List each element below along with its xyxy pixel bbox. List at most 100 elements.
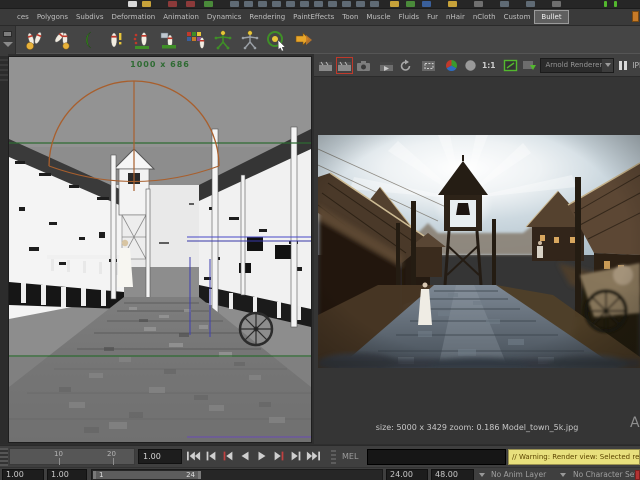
pin-grid-glyph	[185, 29, 207, 51]
shelf-tab-rendering[interactable]: Rendering	[245, 11, 289, 23]
camera-icon	[356, 59, 371, 72]
command-line-input[interactable]	[367, 449, 506, 465]
time-slider[interactable]: 10 20	[9, 448, 135, 465]
ragdoll-green-glyph	[212, 29, 234, 51]
shelf-tab-bar: ces Polygons Subdivs Deformation Animati…	[0, 9, 640, 26]
pin-exclaim-glyph	[104, 29, 126, 51]
panel-grip-dots[interactable]	[331, 450, 336, 464]
snapshot-button[interactable]	[355, 57, 372, 74]
display-real-size-button[interactable]	[502, 57, 519, 74]
shelf-tab-deformation[interactable]: Deformation	[107, 11, 159, 23]
toolbar-icon-fragment	[128, 1, 137, 7]
play-forwards-button[interactable]	[255, 450, 269, 462]
pins-scatter-icon[interactable]	[22, 28, 46, 52]
renderer-select-value: Arnold Renderer	[541, 61, 602, 69]
animation-end-field[interactable]: 48.00	[431, 469, 474, 480]
toolbar-icon-fragment	[186, 1, 195, 7]
step-back-key-icon	[204, 451, 218, 461]
shelf-tab-nhair[interactable]: nHair	[442, 11, 469, 23]
toolbar-icon-fragment	[448, 1, 457, 7]
script-warning-message[interactable]: // Warning: Render view: Selected region	[508, 449, 640, 465]
render-button[interactable]	[317, 57, 334, 74]
range-min-label: 1	[99, 471, 103, 479]
perspective-viewport-panel[interactable]: 1000 x 686	[8, 56, 312, 443]
shelf-tab-toon[interactable]: Toon	[338, 11, 362, 23]
green-crescent-icon[interactable]	[76, 28, 100, 52]
play-backwards-button[interactable]	[238, 450, 252, 462]
renderer-select[interactable]: Arnold Renderer	[540, 58, 614, 73]
character-set-dropdown[interactable]: No Character Set	[573, 470, 637, 479]
animation-start-field[interactable]: 1.00	[47, 469, 87, 480]
render-view-canvas[interactable]: size: 5000 x 3429 zoom: 0.186 Model_town…	[314, 77, 640, 444]
anim-layer-dropdown[interactable]: No Anim Layer	[491, 470, 546, 479]
shelf-side-controls	[0, 26, 16, 54]
ipr-clapper-icon	[379, 59, 394, 72]
top-statusline-toolbar-cropped[interactable]	[0, 0, 640, 9]
toolbar-icon-fragment	[474, 1, 483, 7]
go-to-end-button[interactable]	[306, 450, 320, 462]
shelf-tab-fur[interactable]: Fur	[423, 11, 442, 23]
shelf-tab-custom[interactable]: Custom	[500, 11, 535, 23]
vignette	[318, 135, 640, 368]
panel-gutter[interactable]	[0, 54, 8, 444]
shelf-tab-fluids[interactable]: Fluids	[395, 11, 423, 23]
pin-grid-icon[interactable]	[184, 28, 208, 52]
alpha-channel-button[interactable]	[462, 57, 479, 74]
keep-image-button[interactable]	[521, 57, 538, 74]
export-arrows-icon[interactable]	[292, 28, 316, 52]
pin-plate-icon[interactable]	[157, 28, 181, 52]
current-time-field[interactable]: 1.00	[138, 449, 182, 464]
step-forward-key-button[interactable]	[289, 450, 303, 462]
ipr-render-button[interactable]	[378, 57, 395, 74]
go-to-start-button[interactable]	[187, 450, 201, 462]
shelf-overflow-icon[interactable]	[632, 11, 639, 22]
redo-previous-render-button[interactable]	[336, 57, 353, 74]
one-to-one-button[interactable]: 1:1	[481, 57, 496, 74]
rendered-image	[318, 135, 640, 368]
shelf-tab-ncloth[interactable]: nCloth	[469, 11, 500, 23]
range-slider-handle[interactable]: 1 24	[93, 471, 201, 479]
playback-end-field[interactable]: 24.00	[386, 469, 428, 480]
command-language-toggle[interactable]: MEL	[342, 452, 358, 461]
rgb-channels-icon	[444, 59, 459, 72]
toolbar-icon-fragment	[258, 1, 267, 7]
range-slider[interactable]: 1 24	[91, 469, 383, 480]
shelf-tab-animation[interactable]: Animation	[159, 11, 203, 23]
shelf-menu-button[interactable]	[3, 31, 12, 37]
rgb-channels-button[interactable]	[443, 57, 460, 74]
pin-exclaim-icon[interactable]	[103, 28, 127, 52]
auto-keyframe-toggle-cropped[interactable]	[635, 470, 640, 480]
solver-select-icon[interactable]	[265, 28, 289, 52]
pause-ipr-button[interactable]	[619, 61, 627, 70]
shelf-tab-polygons[interactable]: Polygons	[33, 11, 72, 23]
shelf-tab-subdivs[interactable]: Subdivs	[72, 11, 108, 23]
toolbar-icon-fragment	[328, 1, 337, 7]
ragdoll-green-icon[interactable]	[211, 28, 235, 52]
pause-bar	[619, 61, 622, 70]
toolbar-icon-fragment	[390, 1, 399, 7]
shelf-icons	[22, 28, 316, 52]
shelf-tab-dynamics[interactable]: Dynamics	[203, 11, 246, 23]
playback-start-field[interactable]: 1.00	[2, 469, 44, 480]
pin-spring-icon[interactable]	[130, 28, 154, 52]
playback-controls	[187, 450, 320, 462]
shelf-tab-bullet-active[interactable]: Bullet	[534, 10, 568, 24]
chevron-down-icon[interactable]	[479, 473, 485, 477]
step-back-key-button[interactable]	[204, 450, 218, 462]
timeline-tick-label: 10	[54, 450, 63, 458]
shelf-tab-muscle[interactable]: Muscle	[362, 11, 394, 23]
layout-grip[interactable]	[0, 448, 8, 466]
toolbar-icon-fragment	[604, 1, 607, 7]
pins-scatter-glyph	[23, 29, 45, 51]
ipr-region-button[interactable]	[420, 57, 437, 74]
refresh-ipr-button[interactable]	[397, 57, 414, 74]
toolbar-icon-fragment	[204, 1, 213, 7]
step-back-frame-button[interactable]	[221, 450, 235, 462]
chevron-down-icon[interactable]	[560, 473, 566, 477]
pins-pair-icon[interactable]	[49, 28, 73, 52]
ragdoll-gray-icon[interactable]	[238, 28, 262, 52]
step-forward-frame-button[interactable]	[272, 450, 286, 462]
shelf-collapse-arrow-button[interactable]	[3, 42, 13, 47]
shelf-tab-surfaces-cropped[interactable]: ces	[13, 11, 33, 23]
shelf-tab-painteffects[interactable]: PaintEffects	[289, 11, 338, 23]
